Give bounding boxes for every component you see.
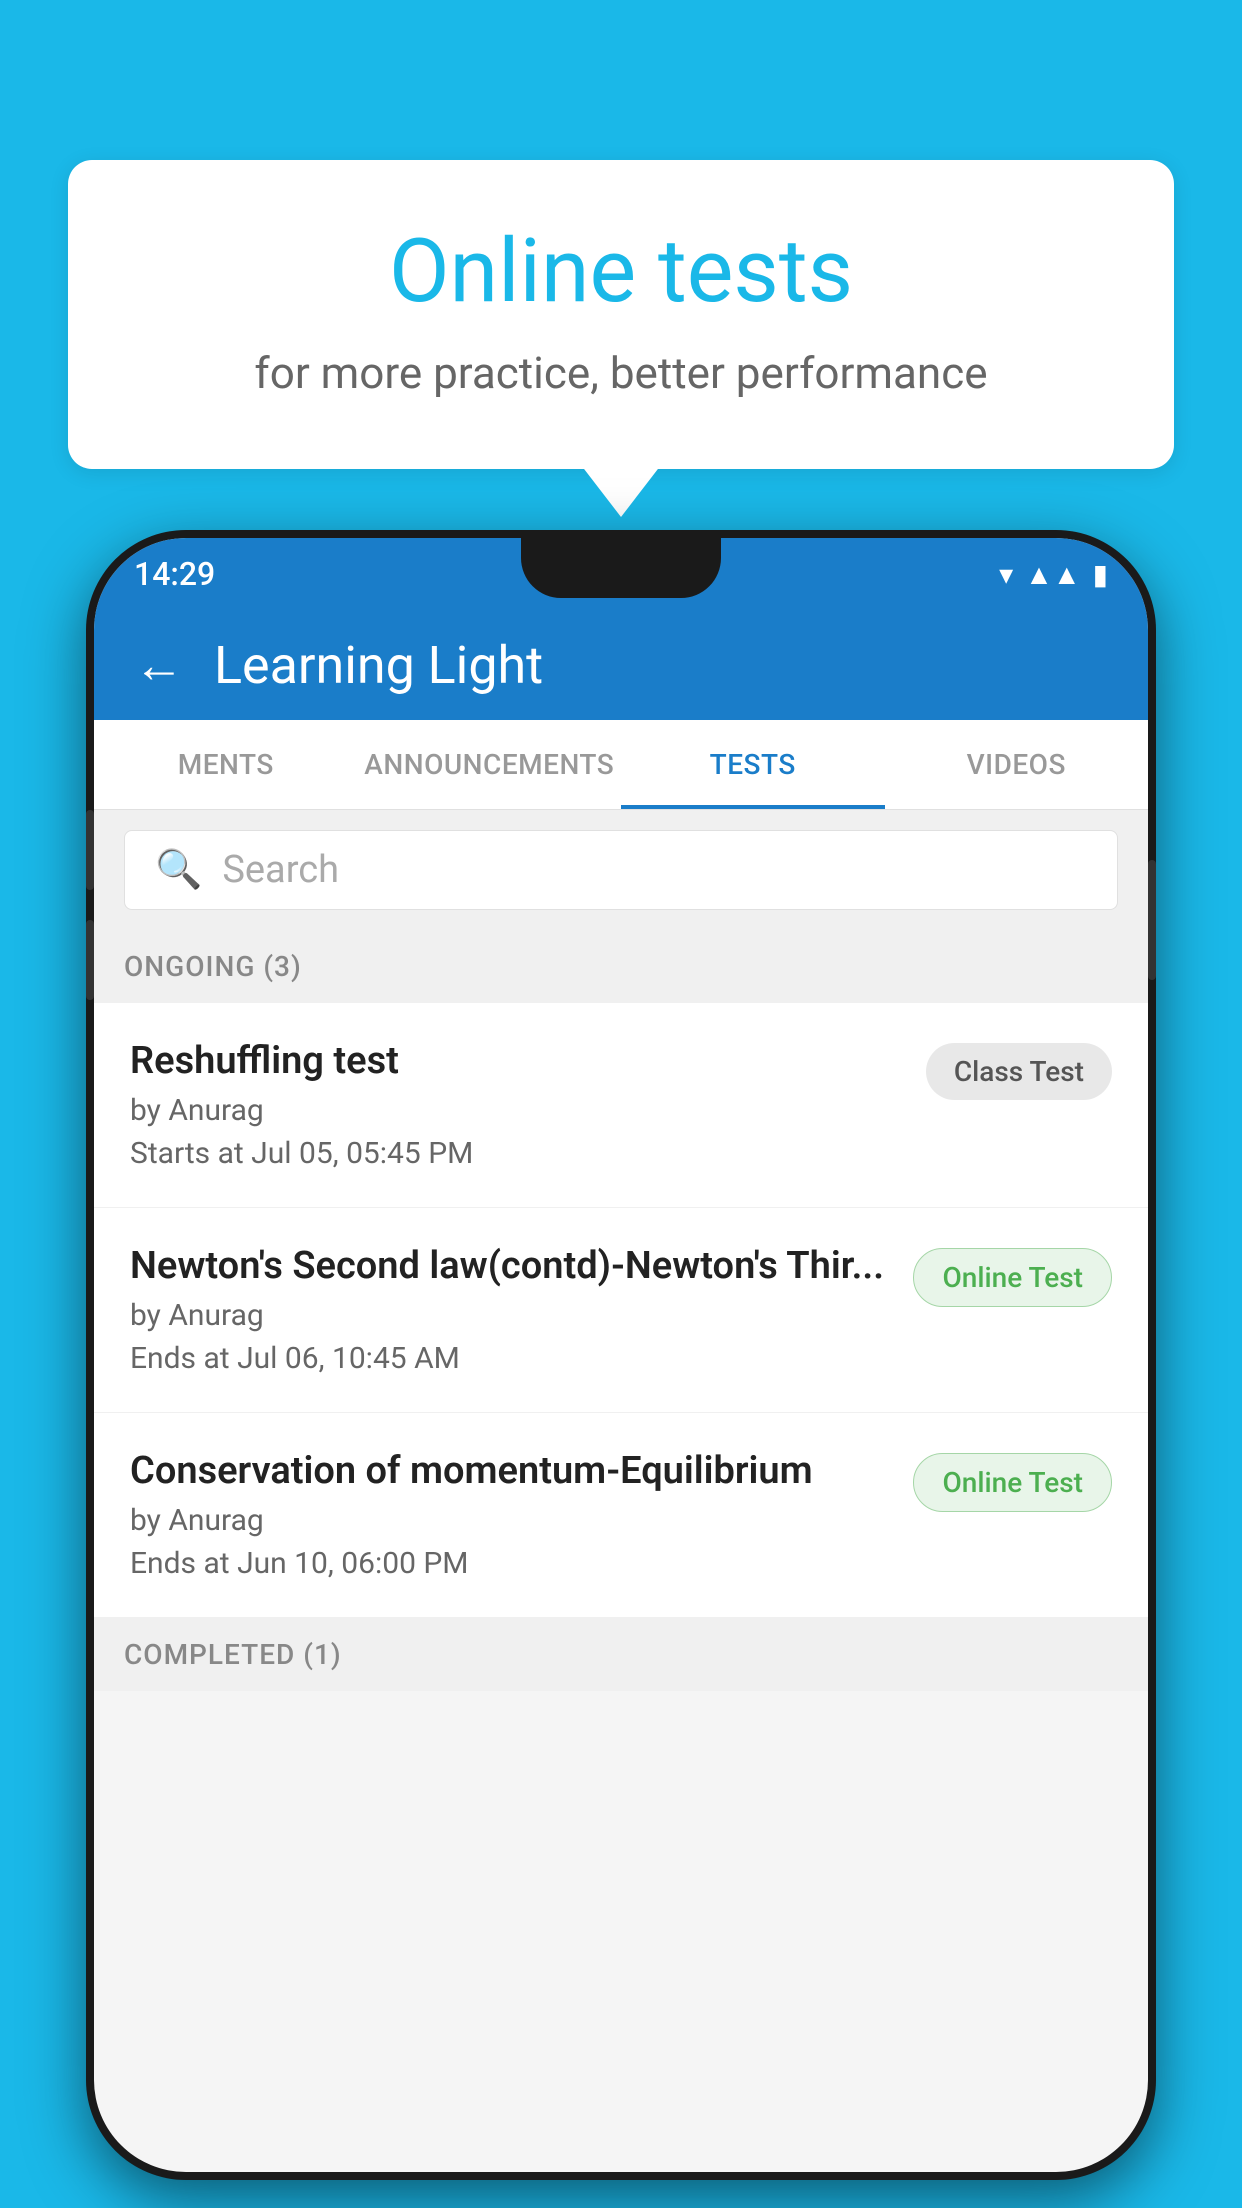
- battery-icon: ▮: [1093, 558, 1108, 591]
- bubble-title: Online tests: [148, 220, 1094, 323]
- tab-tests[interactable]: TESTS: [621, 720, 885, 809]
- section-ongoing-header: ONGOING (3): [94, 930, 1148, 1003]
- phone-notch: [521, 538, 721, 598]
- test-info-3: Conservation of momentum-Equilibrium by …: [130, 1449, 893, 1581]
- test-time-1: Starts at Jul 05, 05:45 PM: [130, 1136, 906, 1171]
- test-item-1[interactable]: Reshuffling test by Anurag Starts at Jul…: [94, 1003, 1148, 1208]
- tab-announcements[interactable]: ANNOUNCEMENTS: [358, 720, 622, 809]
- test-time-2: Ends at Jul 06, 10:45 AM: [130, 1341, 893, 1376]
- test-badge-3: Online Test: [913, 1453, 1112, 1512]
- test-info-2: Newton's Second law(contd)-Newton's Thir…: [130, 1244, 893, 1376]
- test-name-2: Newton's Second law(contd)-Newton's Thir…: [130, 1244, 893, 1288]
- power-button: [1148, 860, 1156, 980]
- tab-videos[interactable]: VIDEOS: [885, 720, 1149, 809]
- test-badge-1: Class Test: [926, 1043, 1112, 1100]
- test-by-2: by Anurag: [130, 1298, 893, 1333]
- test-item-3[interactable]: Conservation of momentum-Equilibrium by …: [94, 1413, 1148, 1618]
- vol-down-button: [86, 920, 94, 1000]
- app-header: ← Learning Light: [94, 610, 1148, 720]
- status-time: 14:29: [134, 555, 215, 593]
- test-by-3: by Anurag: [130, 1503, 893, 1538]
- vol-up-button: [86, 810, 94, 890]
- tab-bar: MENTS ANNOUNCEMENTS TESTS VIDEOS: [94, 720, 1148, 810]
- test-name-1: Reshuffling test: [130, 1039, 906, 1083]
- search-icon: 🔍: [155, 848, 202, 892]
- test-info-1: Reshuffling test by Anurag Starts at Jul…: [130, 1039, 906, 1171]
- test-time-3: Ends at Jun 10, 06:00 PM: [130, 1546, 893, 1581]
- app-title: Learning Light: [214, 635, 543, 696]
- phone-screen: 14:29 ▾ ▲▲ ▮ ← Learning Light MENTS ANNO…: [94, 538, 1148, 2172]
- section-completed-header: COMPLETED (1): [94, 1618, 1148, 1691]
- tab-assignments[interactable]: MENTS: [94, 720, 358, 809]
- signal-icon: ▲▲: [1025, 558, 1080, 591]
- test-by-1: by Anurag: [130, 1093, 906, 1128]
- test-badge-2: Online Test: [913, 1248, 1112, 1307]
- test-item-2[interactable]: Newton's Second law(contd)-Newton's Thir…: [94, 1208, 1148, 1413]
- wifi-icon: ▾: [999, 558, 1013, 591]
- status-icons: ▾ ▲▲ ▮: [999, 558, 1108, 591]
- search-bar[interactable]: 🔍 Search: [124, 830, 1118, 910]
- test-name-3: Conservation of momentum-Equilibrium: [130, 1449, 893, 1493]
- back-button[interactable]: ←: [134, 636, 184, 695]
- phone-frame: 14:29 ▾ ▲▲ ▮ ← Learning Light MENTS ANNO…: [86, 530, 1156, 2180]
- search-input[interactable]: Search: [222, 848, 339, 892]
- test-list: Reshuffling test by Anurag Starts at Jul…: [94, 1003, 1148, 1618]
- bubble-subtitle: for more practice, better performance: [148, 347, 1094, 399]
- search-container: 🔍 Search: [94, 810, 1148, 930]
- speech-bubble: Online tests for more practice, better p…: [68, 160, 1174, 469]
